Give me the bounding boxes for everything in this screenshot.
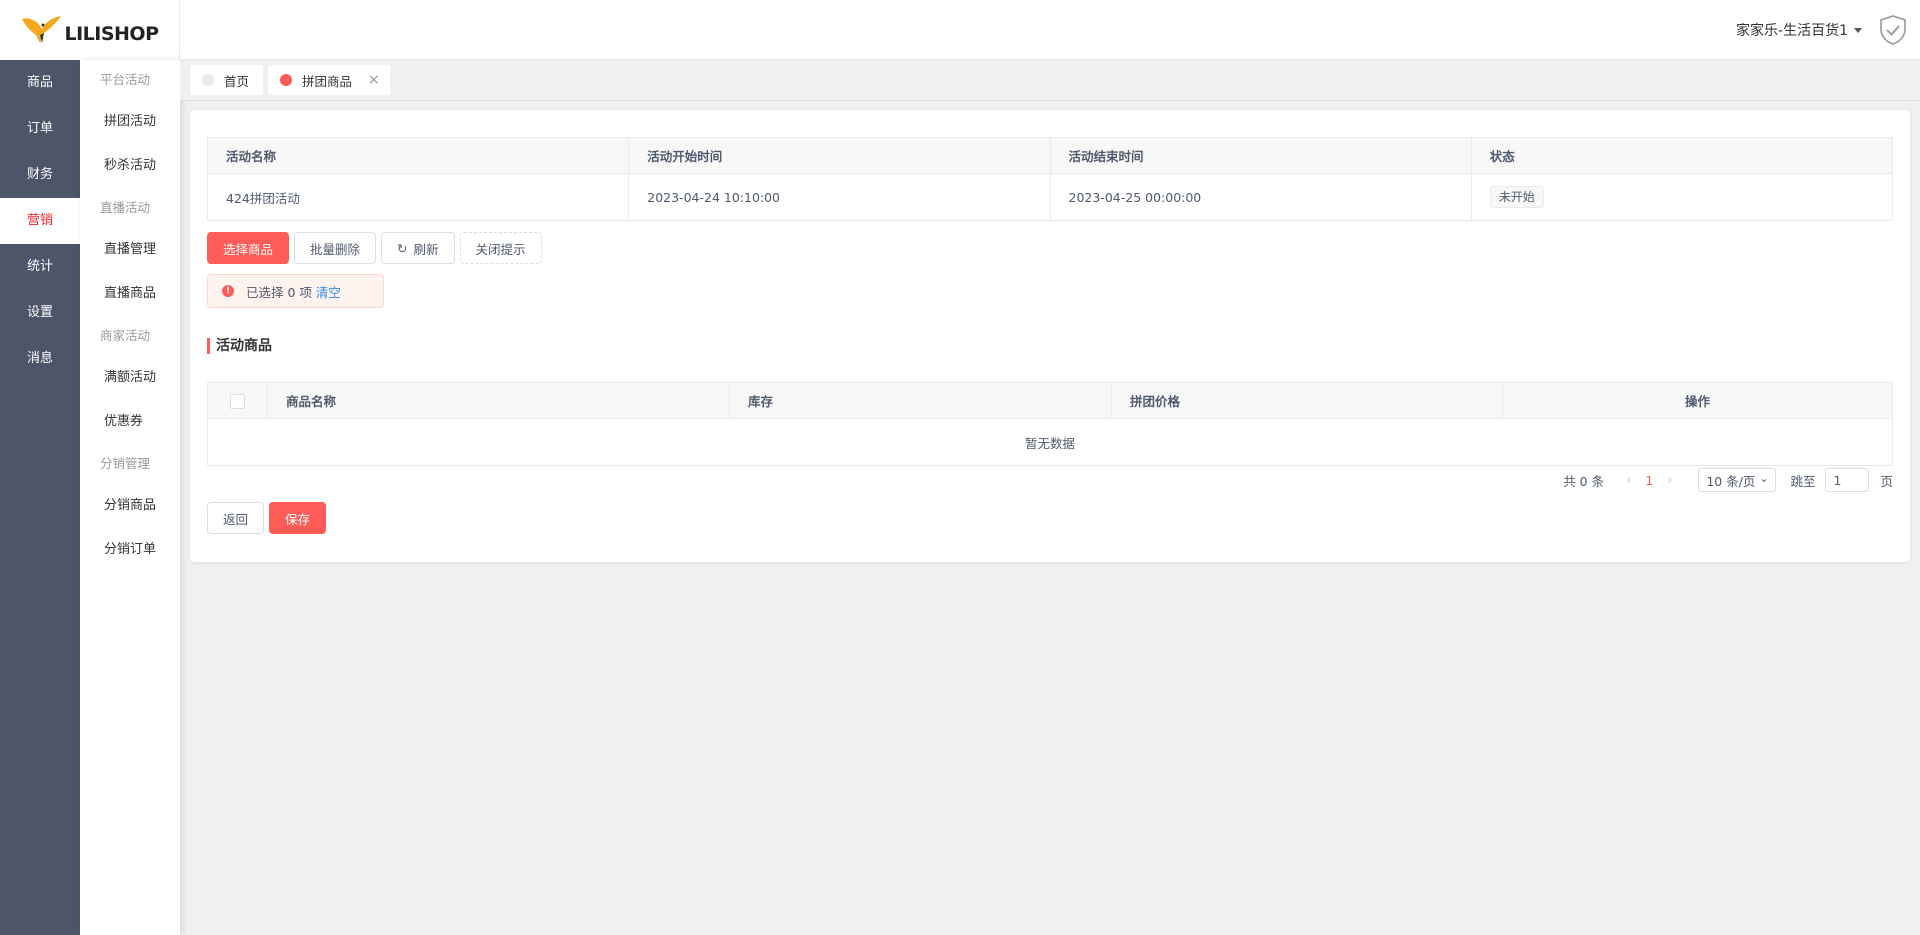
group-title-merchant: 商家活动 — [100, 328, 151, 343]
selection-alert: ! 已选择 0 项 清空 — [207, 274, 384, 308]
sub-item-distribution-orders[interactable]: 分销订单 — [80, 528, 180, 572]
logo[interactable]: LILISHOP — [0, 0, 180, 60]
jump-label: 跳至 — [1790, 473, 1816, 489]
sub-item-flash-sale[interactable]: 秒杀活动 — [80, 144, 180, 188]
page-number[interactable]: 1 — [1645, 473, 1653, 488]
refresh-label: 刷新 — [413, 241, 439, 257]
caret-down-icon — [1854, 27, 1862, 33]
tabs-bar: 首页 拼团商品 × — [180, 61, 1920, 101]
page-size-select[interactable]: 10 条/页 ⌄ — [1698, 468, 1777, 492]
activity-info-table: 活动名称 活动开始时间 活动结束时间 状态 424拼团活动 2023-04-24… — [207, 137, 1894, 221]
nav-item-goods[interactable]: 商品 — [0, 60, 80, 106]
shield-check-icon[interactable] — [1878, 14, 1908, 46]
tab-dot-icon — [280, 74, 292, 86]
group-title-distribution: 分销管理 — [100, 456, 151, 471]
tab-label: 拼团商品 — [302, 73, 353, 89]
footer-actions: 返回 保存 — [207, 502, 327, 534]
goods-table: 商品名称 库存 拼团价格 操作 暂无数据 — [207, 382, 1893, 466]
table-row: 424拼团活动 2023-04-24 10:10:00 2023-04-25 0… — [207, 173, 1894, 221]
back-button[interactable]: 返回 — [207, 502, 265, 534]
logo-text: LILISHOP — [64, 23, 159, 45]
close-icon[interactable]: × — [368, 72, 380, 88]
nav-item-marketing[interactable]: 营销 — [0, 198, 80, 244]
sub-item-live-goods[interactable]: 直播商品 — [80, 272, 180, 316]
select-all-cell — [207, 382, 268, 419]
nav-item-finance[interactable]: 财务 — [0, 152, 80, 198]
bird-logo-icon — [22, 16, 62, 43]
empty-state-text: 暂无数据 — [1024, 435, 1075, 451]
column-header-end-time: 活动结束时间 — [1050, 137, 1472, 174]
total-count: 共 0 条 — [1563, 473, 1605, 489]
jump-input[interactable] — [1825, 468, 1870, 492]
close-tip-button[interactable]: 关闭提示 — [459, 232, 542, 264]
prev-page-icon[interactable]: ‹ — [1626, 473, 1631, 488]
toolbar: 选择商品 批量删除 ↻ 刷新 关闭提示 — [207, 232, 542, 264]
save-button[interactable]: 保存 — [269, 502, 327, 534]
column-header-group-price: 拼团价格 — [1111, 382, 1503, 419]
top-header: 家家乐-生活百货1 — [180, 0, 1920, 60]
column-header-stock: 库存 — [729, 382, 1112, 419]
nav-item-orders[interactable]: 订单 — [0, 106, 80, 152]
nav-item-settings[interactable]: 设置 — [0, 290, 80, 336]
group-title-platform: 平台活动 — [100, 72, 151, 87]
status-badge: 未开始 — [1489, 186, 1544, 208]
select-goods-button[interactable]: 选择商品 — [207, 232, 290, 264]
end-time-cell: 2023-04-25 00:00:00 — [1050, 173, 1472, 221]
nav-item-statistics[interactable]: 统计 — [0, 244, 80, 290]
store-switcher[interactable]: 家家乐-生活百货1 — [1736, 20, 1862, 40]
secondary-nav: 平台活动 拼团活动 秒杀活动 直播活动 直播管理 直播商品 商家活动 满额活动 … — [80, 60, 180, 935]
sub-item-distribution-goods[interactable]: 分销商品 — [80, 484, 180, 528]
column-header-start-time: 活动开始时间 — [628, 137, 1051, 174]
tab-label: 首页 — [224, 73, 250, 89]
column-header-status: 状态 — [1471, 137, 1894, 174]
alert-text: 已选择 0 项 — [246, 284, 312, 300]
sub-item-group-buy[interactable]: 拼团活动 — [80, 100, 180, 144]
refresh-icon: ↻ — [397, 240, 408, 256]
main-card: 活动名称 活动开始时间 活动结束时间 状态 424拼团活动 2023-04-24… — [190, 110, 1910, 562]
start-time-cell: 2023-04-24 10:10:00 — [628, 173, 1051, 221]
column-header-actions: 操作 — [1502, 382, 1893, 419]
tab-home[interactable]: 首页 — [190, 65, 264, 95]
batch-delete-button[interactable]: 批量删除 — [294, 232, 377, 264]
store-name: 家家乐-生活百货1 — [1736, 23, 1848, 39]
nav-item-messages[interactable]: 消息 — [0, 336, 80, 382]
sub-item-coupons[interactable]: 优惠券 — [80, 400, 180, 444]
sub-item-full-reduction[interactable]: 满额活动 — [80, 356, 180, 400]
page-suffix: 页 — [1880, 473, 1893, 489]
refresh-button[interactable]: ↻ 刷新 — [381, 232, 455, 264]
column-header-goods-name: 商品名称 — [267, 382, 730, 419]
select-all-checkbox[interactable] — [230, 393, 245, 409]
column-header-activity-name: 活动名称 — [207, 137, 630, 174]
section-title: 活动商品 — [207, 338, 272, 354]
page-size-label: 10 条/页 — [1706, 473, 1756, 489]
clear-link[interactable]: 清空 — [316, 282, 341, 301]
tab-dot-icon — [202, 74, 214, 86]
group-title-live: 直播活动 — [100, 200, 151, 215]
empty-row: 暂无数据 — [208, 419, 1893, 466]
activity-name-cell: 424拼团活动 — [207, 173, 630, 221]
chevron-down-icon: ⌄ — [1759, 471, 1769, 485]
next-page-icon[interactable]: › — [1667, 473, 1672, 488]
info-icon: ! — [222, 285, 234, 297]
tab-group-goods[interactable]: 拼团商品 × — [268, 65, 390, 95]
primary-nav: 商品 订单 财务 营销 统计 设置 消息 — [0, 60, 80, 935]
status-cell: 未开始 — [1471, 173, 1894, 221]
pagination: 共 0 条 ‹ 1 › 10 条/页 ⌄ 跳至 页 — [1563, 468, 1893, 492]
sub-item-live-manage[interactable]: 直播管理 — [80, 228, 180, 272]
